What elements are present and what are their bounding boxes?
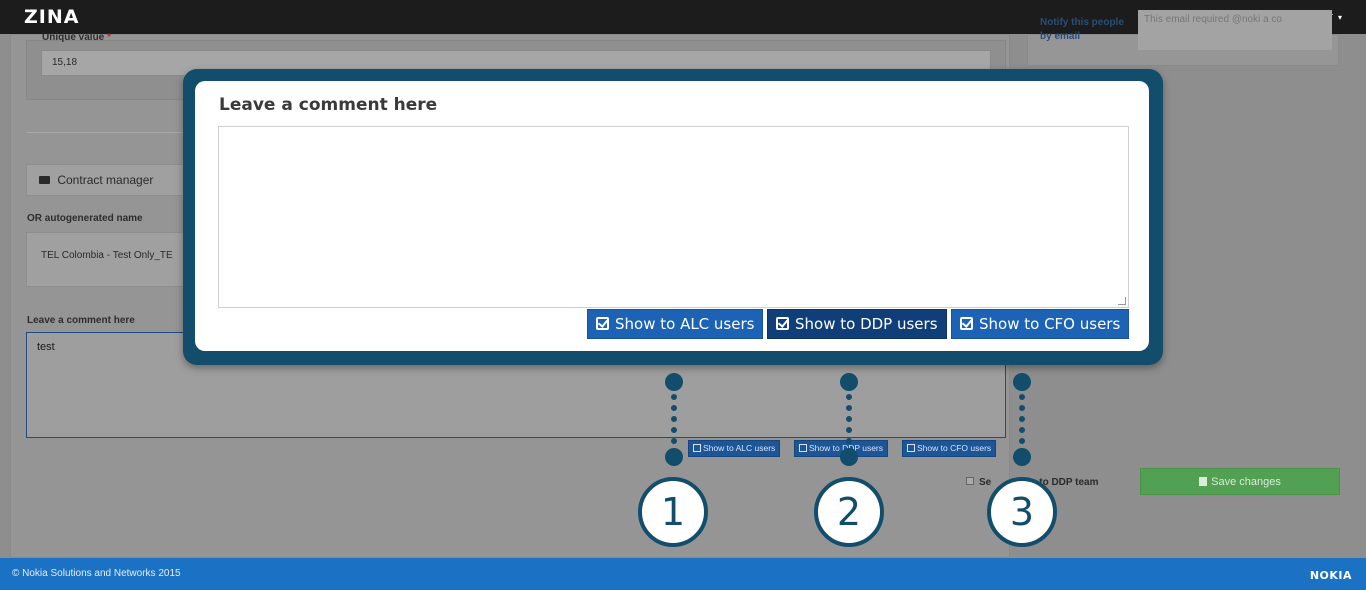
- marker-2: 2: [814, 477, 884, 547]
- checkbox-icon: [960, 317, 973, 330]
- footer: © Nokia Solutions and Networks 2015 NOKI…: [0, 558, 1366, 590]
- connector-line: [1019, 394, 1025, 444]
- caret-down-icon: ▾: [1337, 13, 1342, 22]
- or-name-field: TEL Colombia - Test Only_TE: [26, 232, 206, 287]
- marker-1: 1: [638, 477, 708, 547]
- save-changes-button[interactable]: Save changes: [1140, 468, 1340, 495]
- connector-line: [846, 394, 852, 444]
- notify-label: Notify this people by email: [1040, 17, 1124, 42]
- small-show-alc-button[interactable]: Show to ALC users: [688, 440, 781, 457]
- connector-dot: [1013, 373, 1031, 391]
- connector-dot: [840, 373, 858, 391]
- save-icon: [1199, 477, 1208, 486]
- send-checkbox[interactable]: [966, 477, 974, 485]
- checkbox-icon: [776, 317, 789, 330]
- required-marker: *: [107, 32, 111, 43]
- small-show-cfo-button[interactable]: Show to CFO users: [902, 440, 997, 457]
- checkbox-icon: [596, 317, 609, 330]
- checkbox-icon: [907, 444, 915, 452]
- contract-manager-label: Contract manager: [57, 173, 154, 187]
- notify-email-field[interactable]: This email required @noki a co: [1138, 10, 1332, 50]
- copyright-text: © Nokia Solutions and Networks 2015: [12, 568, 181, 579]
- connector-dot: [665, 373, 683, 391]
- callout-comment-textarea[interactable]: [218, 126, 1129, 308]
- resize-handle-icon[interactable]: [1118, 297, 1126, 305]
- nokia-logo: NOKIA: [1309, 569, 1352, 582]
- callout-title: Leave a comment here: [219, 95, 438, 115]
- connector-dot: [840, 448, 858, 466]
- checkbox-icon: [799, 444, 807, 452]
- connector-line: [671, 394, 677, 444]
- checkbox-icon: [693, 444, 701, 452]
- callout-panel: Leave a comment here Show to ALC users S…: [195, 81, 1149, 351]
- or-name-label: OR autogenerated name: [27, 213, 143, 224]
- connector-dot: [1013, 448, 1031, 466]
- connector-dot: [665, 448, 683, 466]
- show-alc-users-button[interactable]: Show to ALC users: [587, 309, 764, 339]
- show-cfo-users-button[interactable]: Show to CFO users: [951, 309, 1130, 339]
- show-ddp-users-button[interactable]: Show to DDP users: [767, 309, 947, 339]
- marker-3: 3: [987, 477, 1057, 547]
- unique-value-label: Unique value *: [42, 32, 111, 43]
- brand-logo[interactable]: ZINA: [24, 6, 79, 28]
- zoom-callout: Leave a comment here Show to ALC users S…: [183, 69, 1163, 365]
- folder-icon: [39, 176, 50, 184]
- contract-manager-button[interactable]: Contract manager: [26, 164, 196, 196]
- comment-label: Leave a comment here: [27, 315, 135, 326]
